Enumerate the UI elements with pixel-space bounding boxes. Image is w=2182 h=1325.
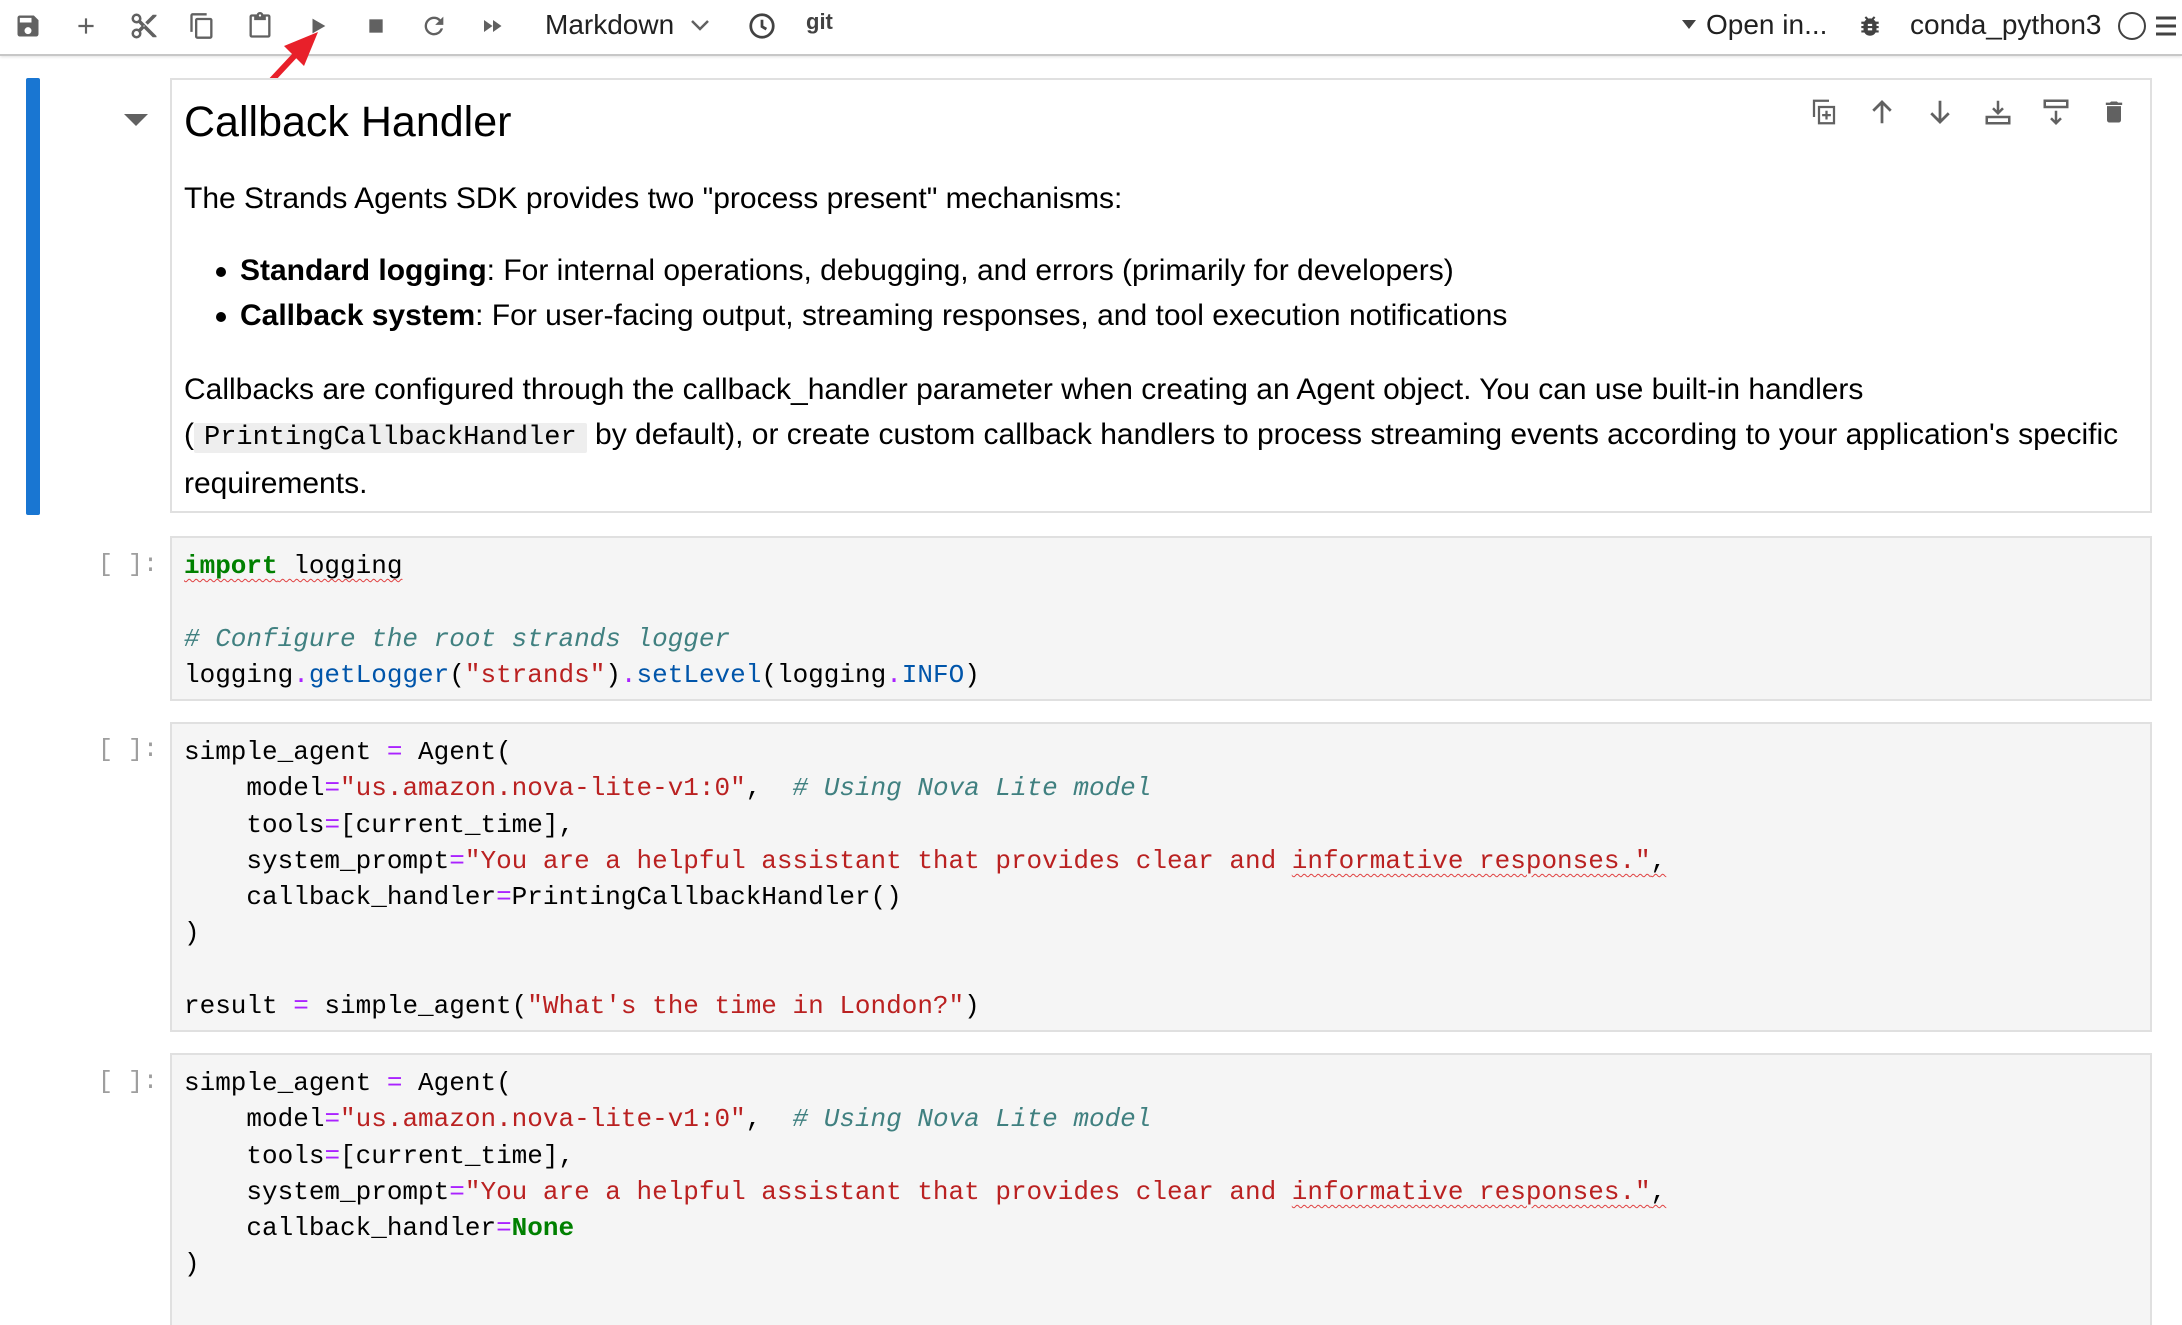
paragraph-line: Callbacks are configured through the cal… xyxy=(184,373,1864,406)
code-editor[interactable]: import logging # Configure the root stra… xyxy=(172,548,992,693)
list-item: Callback system: For user-facing output,… xyxy=(184,293,1507,338)
code-editor[interactable]: simple_agent = Agent( model="us.amazon.n… xyxy=(172,1065,1678,1283)
kernel-name-label: conda_python3 xyxy=(1910,9,2102,40)
stop-icon[interactable] xyxy=(354,6,398,46)
inline-code: PrintingCallbackHandler xyxy=(194,423,587,453)
cell-toolbar xyxy=(1802,90,2136,134)
markdown-bullet-list: Standard logging: For internal operation… xyxy=(184,248,1507,338)
open-in-label: Open in... xyxy=(1706,9,1828,40)
add-icon[interactable] xyxy=(64,6,108,46)
bullet-text: : For user-facing output, streaming resp… xyxy=(475,299,1508,332)
bug-icon[interactable] xyxy=(1848,6,1892,46)
markdown-paragraph: Callbacks are configured through the cal… xyxy=(184,367,2118,506)
kernel-status-icon xyxy=(2110,6,2154,46)
caret-down-icon xyxy=(1682,20,1696,29)
git-button[interactable]: git xyxy=(806,2,833,42)
move-up-icon[interactable] xyxy=(1860,90,1904,134)
insert-below-icon[interactable] xyxy=(2034,90,2078,134)
markdown-intro: The Strands Agents SDK provides two "pro… xyxy=(184,182,1123,215)
collapse-caret-icon[interactable] xyxy=(124,114,148,126)
code-cell[interactable]: simple_agent = Agent( model="us.amazon.n… xyxy=(170,722,2152,1032)
paragraph-text: by default), or create custom callback h… xyxy=(586,418,2119,451)
markdown-cell[interactable]: Callback Handler The Strands Agents SDK … xyxy=(170,78,2152,513)
cell-type-label: Markdown xyxy=(545,9,675,40)
paragraph-text: ( xyxy=(184,418,194,451)
bullet-bold: Standard logging xyxy=(240,254,487,287)
execution-count: [ ]: xyxy=(98,735,159,764)
bullet-bold: Callback system xyxy=(240,299,476,332)
paragraph-line: requirements. xyxy=(184,467,368,500)
open-in-dropdown[interactable]: Open in... xyxy=(1682,5,1827,45)
chevron-down-icon xyxy=(691,20,710,31)
duplicate-cell-icon[interactable] xyxy=(1802,90,1846,134)
code-cell[interactable]: simple_agent = Agent( model="us.amazon.n… xyxy=(170,1053,2152,1325)
git-label: git xyxy=(806,9,833,34)
execution-count: [ ]: xyxy=(98,1067,159,1096)
cut-icon[interactable] xyxy=(122,6,166,46)
list-item: Standard logging: For internal operation… xyxy=(184,248,1507,293)
save-icon[interactable] xyxy=(6,6,50,46)
delete-cell-icon[interactable] xyxy=(2092,90,2136,134)
bullet-text: : For internal operations, debugging, an… xyxy=(486,254,1454,287)
kernel-name[interactable]: conda_python3 xyxy=(1910,5,2102,45)
fast-forward-icon[interactable] xyxy=(470,6,514,46)
restart-icon[interactable] xyxy=(412,6,456,46)
markdown-heading: Callback Handler xyxy=(184,98,512,146)
cell-type-select[interactable]: Markdown xyxy=(545,5,710,45)
code-cell[interactable]: import logging # Configure the root stra… xyxy=(170,536,2152,701)
clock-icon[interactable] xyxy=(740,6,784,46)
move-down-icon[interactable] xyxy=(1918,90,1962,134)
active-cell-indicator xyxy=(26,78,40,515)
insert-above-icon[interactable] xyxy=(1976,90,2020,134)
execution-count: [ ]: xyxy=(98,550,159,579)
menu-icon[interactable] xyxy=(2150,6,2182,46)
code-editor[interactable]: simple_agent = Agent( model="us.amazon.n… xyxy=(172,734,1678,1024)
